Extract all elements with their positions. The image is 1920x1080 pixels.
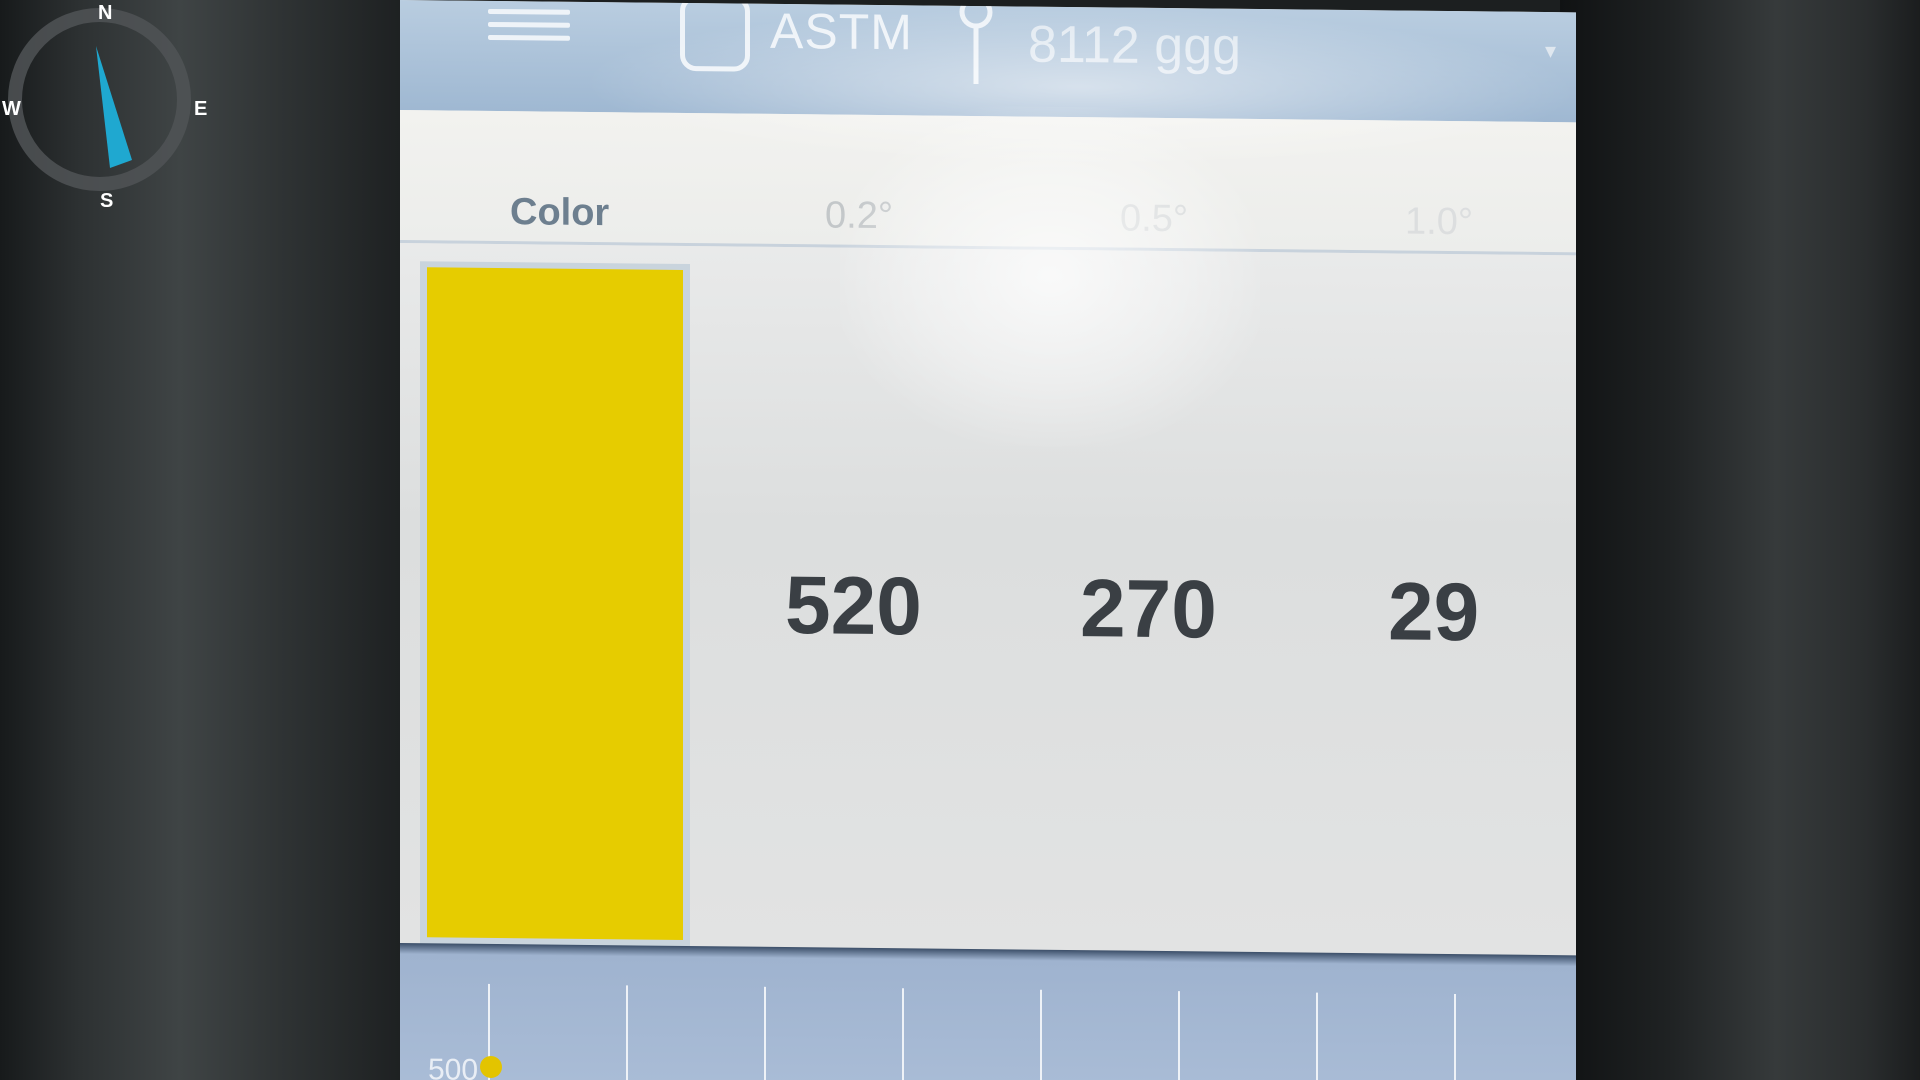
table-row[interactable]: 520 270 29 (400, 243, 1576, 956)
pin-icon (959, 0, 993, 85)
chart-gridline (626, 985, 628, 1080)
device-bezel-right (1560, 0, 1920, 1080)
chart-axis-label: 500 (428, 1053, 479, 1080)
app-title: ASTM (770, 2, 913, 61)
value-angle-0-5: 270 (1080, 563, 1217, 656)
app-bar: ASTM 8112 ggg ▾ (400, 0, 1576, 123)
header-angle-0-2: 0.2° (825, 194, 894, 238)
device-screen: ASTM 8112 ggg ▾ Color 0.2° 0.5° 1.0° 520… (400, 0, 1576, 1080)
compass-south-label: S (100, 190, 114, 212)
compass-needle-icon (96, 46, 132, 168)
chart-gridline (1454, 994, 1456, 1080)
compass-overlay: N S W E (0, 0, 215, 215)
chart-gridline (902, 988, 904, 1080)
value-angle-0-2: 520 (785, 560, 922, 653)
value-angle-1-0: 29 (1388, 566, 1480, 659)
sample-id: 8112 ggg (1028, 15, 1242, 76)
table-header-row: Color 0.2° 0.5° 1.0° (400, 110, 1576, 256)
chart-gridline (1178, 991, 1180, 1080)
overflow-menu-icon[interactable]: ▾ (1545, 38, 1556, 64)
header-angle-0-5: 0.5° (1120, 197, 1189, 241)
header-color: Color (510, 191, 610, 235)
chart-strip: 500 (400, 943, 1576, 1080)
photo-scene: ASTM 8112 ggg ▾ Color 0.2° 0.5° 1.0° 520… (0, 0, 1920, 1080)
hamburger-menu-icon[interactable] (488, 8, 570, 46)
chart-gridline (1040, 989, 1042, 1080)
compass-east-label: E (194, 98, 208, 120)
color-swatch (427, 267, 683, 940)
compass-west-label: W (2, 98, 21, 120)
header-angle-1-0: 1.0° (1405, 200, 1474, 244)
chart-gridline (1316, 992, 1318, 1080)
color-swatch-frame (420, 261, 690, 950)
chart-data-point (480, 1055, 502, 1079)
compass-north-label: N (98, 2, 113, 24)
chart-gridline (764, 986, 766, 1080)
device-icon (680, 0, 750, 72)
